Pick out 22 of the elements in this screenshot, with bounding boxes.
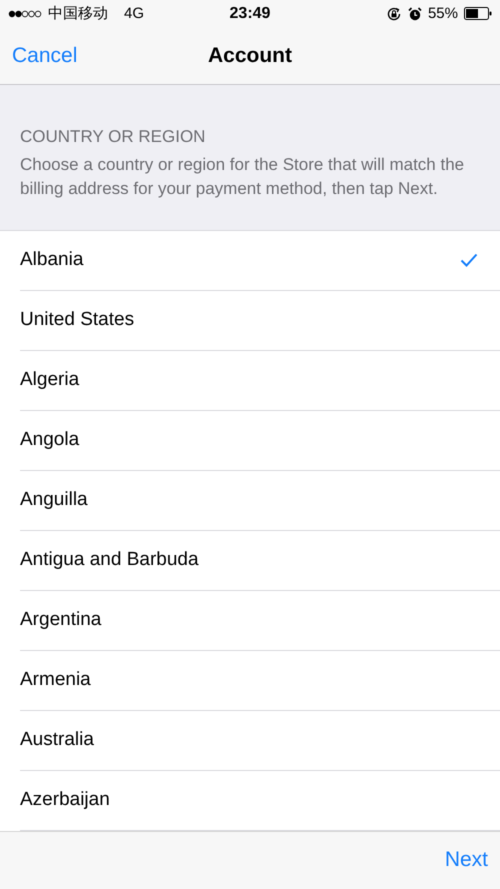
section-description: Choose a country or region for the Store that will match the billing address for your payment method, then tap Next.	[20, 154, 466, 200]
battery-percentage: 55%	[428, 5, 458, 22]
alarm-clock-icon	[408, 6, 422, 21]
country-row[interactable]: Albania	[20, 230, 500, 291]
carrier-name: 中国移动	[48, 4, 108, 24]
country-row[interactable]: Armenia	[20, 650, 500, 711]
country-row[interactable]: Australia	[20, 710, 500, 771]
battery-icon	[464, 7, 492, 20]
country-row[interactable]: Argentina	[20, 590, 500, 651]
next-button[interactable]: Next	[432, 848, 500, 872]
country-row[interactable]: Anguilla	[20, 470, 500, 531]
clock-time: 23:49	[230, 4, 270, 23]
country-row[interactable]: Algeria	[20, 350, 500, 411]
country-row[interactable]: Antigua and Barbuda	[20, 530, 500, 591]
country-row[interactable]: Angola	[20, 410, 500, 471]
section-header: COUNTRY OR REGION	[20, 126, 206, 147]
rotation-lock-icon	[386, 6, 402, 22]
signal-icon	[8, 10, 42, 18]
cancel-button[interactable]: Cancel	[0, 44, 90, 68]
network-type: 4G	[124, 5, 144, 22]
country-row[interactable]: United States	[20, 290, 500, 351]
screen-title: Account	[208, 44, 292, 68]
